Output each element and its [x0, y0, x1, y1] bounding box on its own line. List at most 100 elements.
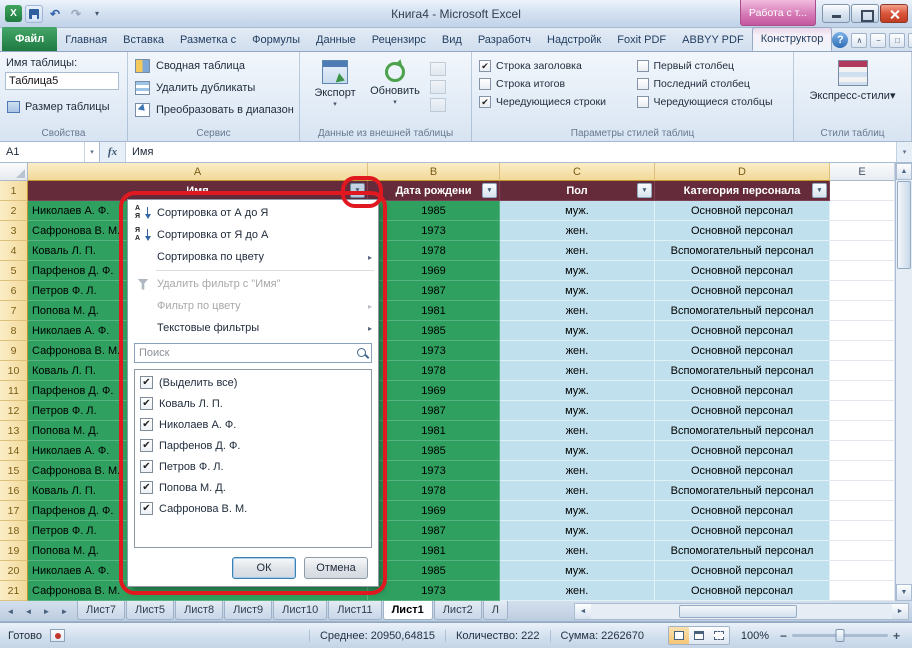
tab-data[interactable]: Данные	[308, 29, 364, 51]
export-button[interactable]: Экспорт▾	[305, 55, 365, 127]
expand-formula-bar-icon[interactable]: ▾	[896, 142, 912, 162]
ok-button[interactable]: ОК	[232, 557, 296, 579]
checkbox-total-row[interactable]: Строка итогов	[479, 78, 629, 90]
select-all-corner[interactable]	[0, 163, 28, 181]
cell-empty[interactable]	[830, 241, 895, 261]
name-box-dropdown-icon[interactable]: ▾	[84, 142, 99, 162]
filter-list-item[interactable]: ✔Петров Ф. Л.	[137, 456, 369, 477]
checkbox-header-row[interactable]: ✔Строка заголовка	[479, 60, 629, 72]
cell-category[interactable]: Вспомогательный персонал	[655, 361, 830, 381]
last-sheet-icon[interactable]: ►	[56, 603, 73, 619]
cell-category[interactable]: Основной персонал	[655, 401, 830, 421]
tab-page-layout[interactable]: Разметка с	[172, 29, 244, 51]
cell-category[interactable]: Основной персонал	[655, 221, 830, 241]
row-number[interactable]: 21	[0, 581, 28, 601]
first-sheet-icon[interactable]: ◄	[2, 603, 19, 619]
row-number[interactable]: 7	[0, 301, 28, 321]
workbook-restore-button[interactable]: □	[889, 33, 905, 48]
cell-gender[interactable]: жен.	[500, 221, 655, 241]
filter-button-a[interactable]: ▼	[350, 183, 365, 198]
column-header-a[interactable]: A	[28, 163, 368, 181]
cell-empty[interactable]	[830, 261, 895, 281]
filter-search-input[interactable]	[135, 347, 353, 359]
filter-button-b[interactable]: ▼	[482, 183, 497, 198]
cell-empty[interactable]	[830, 401, 895, 421]
scroll-down-icon[interactable]: ▼	[896, 584, 912, 601]
normal-view-button[interactable]	[669, 627, 689, 644]
cell-gender[interactable]: жен.	[500, 241, 655, 261]
sheet-tab-sheet2[interactable]: Лист2	[434, 601, 482, 620]
qat-menu-button[interactable]: ▾	[88, 5, 106, 23]
zoom-track[interactable]	[792, 634, 888, 637]
resize-table-button[interactable]: Размер таблицы	[5, 99, 122, 115]
zoom-in-icon[interactable]: +	[893, 629, 900, 643]
cell-gender[interactable]: жен.	[500, 581, 655, 601]
cell-category[interactable]: Основной персонал	[655, 581, 830, 601]
tab-insert[interactable]: Вставка	[115, 29, 172, 51]
row-number[interactable]: 20	[0, 561, 28, 581]
sheet-tab-sheet10[interactable]: Лист10	[273, 601, 327, 620]
row-number[interactable]: 2	[0, 201, 28, 221]
cell-empty[interactable]	[830, 541, 895, 561]
cell-gender[interactable]: муж.	[500, 261, 655, 281]
checkbox-banded-rows[interactable]: ✔Чередующиеся строки	[479, 96, 629, 108]
pivot-table-button[interactable]: Сводная таблица	[133, 55, 294, 77]
zoom-slider[interactable]: − +	[780, 629, 900, 643]
minimize-ribbon-button[interactable]: ∧	[851, 33, 867, 48]
horizontal-scrollbar[interactable]: ◄ ►	[574, 603, 909, 620]
cell-category[interactable]: Основной персонал	[655, 461, 830, 481]
cell-category[interactable]: Основной персонал	[655, 321, 830, 341]
vertical-scrollbar[interactable]: ▲ ▼	[895, 163, 912, 601]
sheet-tab-sheet5[interactable]: Лист5	[126, 601, 174, 620]
cell-empty[interactable]	[830, 421, 895, 441]
checkbox-banded-columns[interactable]: Чередующиеся столбцы	[637, 96, 787, 108]
row-number[interactable]: 9	[0, 341, 28, 361]
excel-logo-icon[interactable]: X	[5, 5, 22, 22]
row-number[interactable]: 4	[0, 241, 28, 261]
tab-home[interactable]: Главная	[57, 29, 115, 51]
scroll-right-icon[interactable]: ►	[892, 604, 908, 619]
convert-to-range-button[interactable]: Преобразовать в диапазон	[133, 99, 294, 121]
macro-record-button[interactable]	[50, 629, 65, 642]
cell-category[interactable]: Основной персонал	[655, 341, 830, 361]
cell-category[interactable]: Основной персонал	[655, 521, 830, 541]
cell-gender[interactable]: муж.	[500, 561, 655, 581]
zoom-level[interactable]: 100%	[738, 630, 772, 642]
checkbox-first-column[interactable]: Первый столбец	[637, 60, 787, 72]
row-number[interactable]: 13	[0, 421, 28, 441]
filter-list-item[interactable]: ✔(Выделить все)	[137, 372, 369, 393]
help-icon[interactable]: ?	[832, 32, 848, 48]
row-number[interactable]: 6	[0, 281, 28, 301]
tab-review[interactable]: Рецензирс	[364, 29, 434, 51]
remove-duplicates-button[interactable]: Удалить дубликаты	[133, 77, 294, 99]
cell-empty[interactable]	[830, 561, 895, 581]
row-number[interactable]: 17	[0, 501, 28, 521]
column-header-b[interactable]: B	[368, 163, 500, 181]
cell-empty[interactable]	[830, 201, 895, 221]
cell-empty[interactable]	[830, 521, 895, 541]
cell-gender[interactable]: жен.	[500, 361, 655, 381]
search-icon[interactable]	[353, 347, 371, 359]
row-number[interactable]: 12	[0, 401, 28, 421]
cell-year[interactable]: 1973	[368, 221, 500, 241]
filter-list-item[interactable]: ✔Сафронова В. М.	[137, 498, 369, 519]
properties-icon[interactable]	[430, 62, 446, 76]
sheet-tab-sheet8[interactable]: Лист8	[175, 601, 223, 620]
cell-category[interactable]: Основной персонал	[655, 201, 830, 221]
workbook-minimize-button[interactable]: −	[870, 33, 886, 48]
zoom-thumb[interactable]	[836, 629, 845, 642]
checkbox-last-column[interactable]: Последний столбец	[637, 78, 787, 90]
row-number[interactable]: 16	[0, 481, 28, 501]
row-number[interactable]: 5	[0, 261, 28, 281]
cell-gender[interactable]: жен.	[500, 301, 655, 321]
horizontal-scroll-thumb[interactable]	[679, 605, 797, 618]
cell-empty[interactable]	[830, 501, 895, 521]
cell-empty[interactable]	[830, 361, 895, 381]
next-sheet-icon[interactable]: ►	[38, 603, 55, 619]
cell-category[interactable]: Основной персонал	[655, 561, 830, 581]
cell-gender[interactable]: жен.	[500, 461, 655, 481]
filter-button-d[interactable]: ▼	[812, 183, 827, 198]
cell-category[interactable]: Основной персонал	[655, 281, 830, 301]
cell-category[interactable]: Вспомогательный персонал	[655, 481, 830, 501]
cell-empty[interactable]	[830, 301, 895, 321]
